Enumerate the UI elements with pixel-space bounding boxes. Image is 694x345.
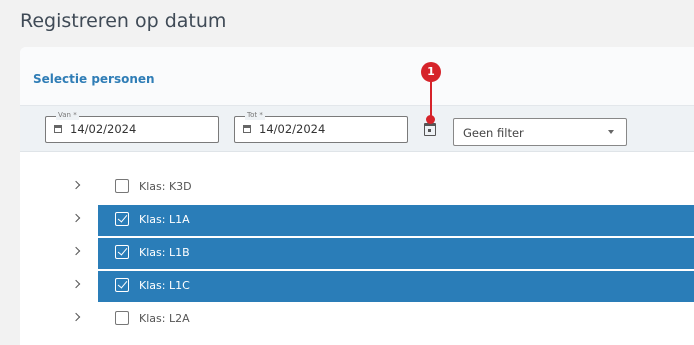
group-label: Klas: L1A (139, 213, 190, 226)
filter-select[interactable]: Geen filter (453, 118, 627, 146)
group-row[interactable]: Klas: K3D (98, 172, 694, 203)
group-checkbox[interactable] (115, 278, 129, 292)
calendar-icon (243, 125, 251, 133)
card-header: Selectie personen (20, 47, 694, 106)
group-label: Klas: L1C (139, 279, 190, 292)
group-checkbox[interactable] (115, 179, 129, 193)
van-date-field[interactable]: Van * 14/02/2024 (45, 110, 219, 143)
chevron-right-icon[interactable] (71, 312, 81, 322)
group-label: Klas: L1B (139, 246, 190, 259)
chevron-right-icon[interactable] (71, 279, 81, 289)
list-item: Klas: L1B (0, 238, 694, 269)
group-checkbox[interactable] (115, 311, 129, 325)
group-checkbox[interactable] (115, 212, 129, 226)
group-row[interactable]: Klas: L1A (98, 205, 694, 236)
group-row[interactable]: Klas: L2A (98, 304, 694, 335)
calendar-icon (54, 125, 62, 133)
annotation-line (430, 80, 432, 119)
calendar-button-icon[interactable] (424, 123, 436, 136)
list-item: Klas: L1C (0, 271, 694, 302)
chevron-right-icon[interactable] (71, 246, 81, 256)
tot-date-value: 14/02/2024 (259, 122, 326, 136)
group-label: Klas: L2A (139, 312, 190, 325)
group-row[interactable]: Klas: L1B (98, 238, 694, 269)
tot-date-field[interactable]: Tot * 14/02/2024 (234, 110, 408, 143)
tot-date-label: Tot * (245, 110, 265, 120)
filter-select-value: Geen filter (463, 126, 524, 140)
group-checkbox[interactable] (115, 245, 129, 259)
chevron-right-icon[interactable] (71, 213, 81, 223)
list-item: Klas: K3D (0, 172, 694, 203)
group-label: Klas: K3D (139, 180, 192, 193)
card-title: Selectie personen (33, 72, 155, 86)
chevron-right-icon[interactable] (71, 180, 81, 190)
page-title: Registreren op datum (20, 10, 227, 32)
van-date-label: Van * (56, 110, 79, 120)
list-item: Klas: L2A (0, 304, 694, 335)
list-item: Klas: L1A (0, 205, 694, 236)
annotation-dot (426, 115, 435, 124)
group-row[interactable]: Klas: L1C (98, 271, 694, 302)
annotation-badge: 1 (421, 62, 441, 82)
filter-bar: Van * 14/02/2024 Tot * 14/02/2024 Geen f… (20, 106, 694, 152)
chevron-down-icon (608, 130, 614, 134)
van-date-value: 14/02/2024 (70, 122, 137, 136)
